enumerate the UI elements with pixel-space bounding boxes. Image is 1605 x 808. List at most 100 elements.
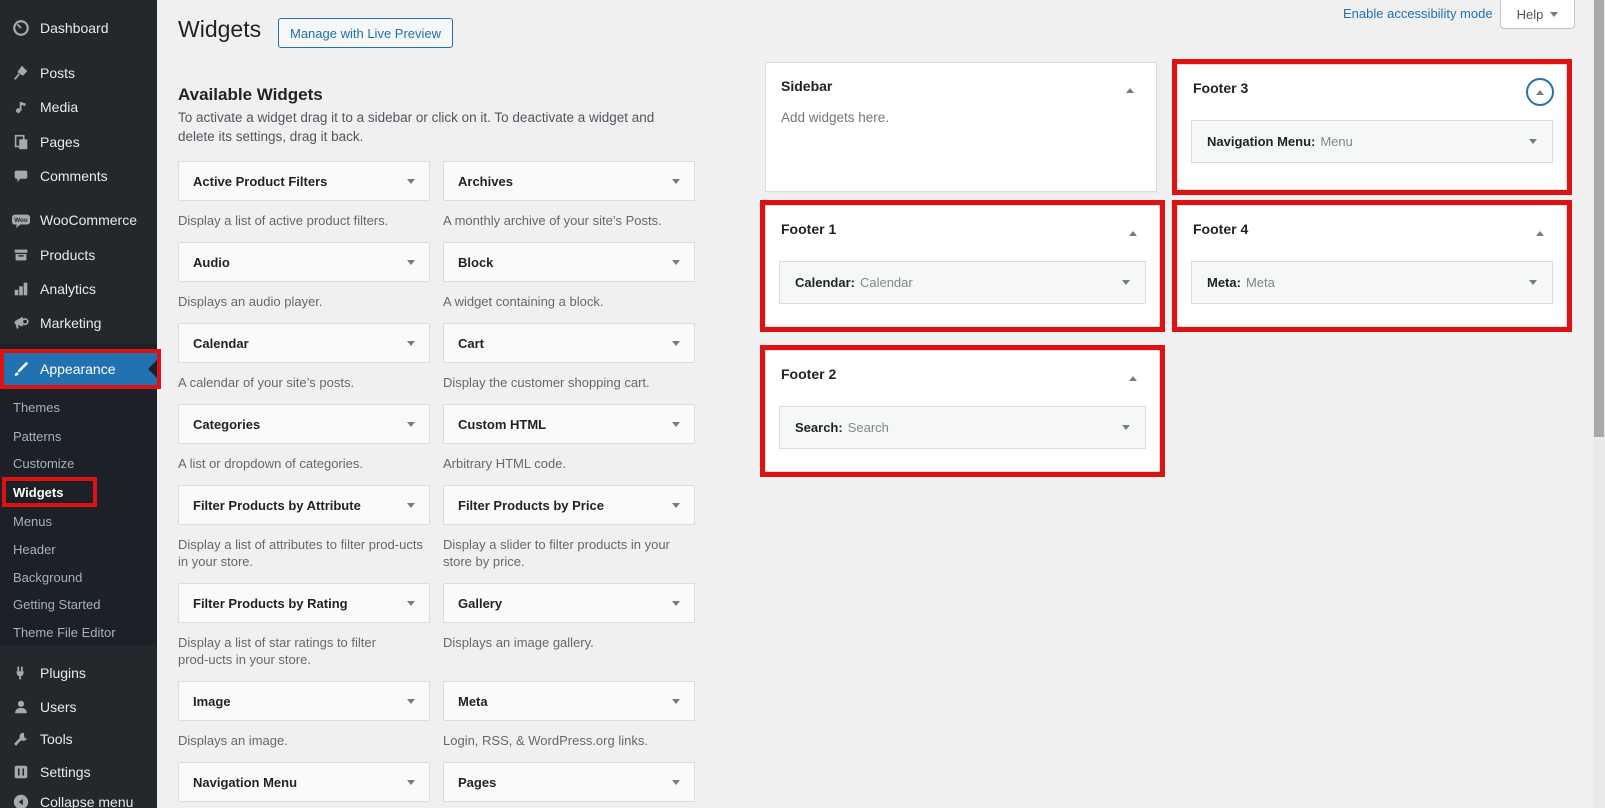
annotation-box-footer4: Footer 4 Meta: Meta [1172, 200, 1572, 332]
widget-card-meta[interactable]: Meta [443, 681, 695, 721]
widget-description: Display a list of active product filters… [178, 212, 430, 242]
widget-description: Displays an audio player. [178, 293, 430, 323]
widget-instance-name: Meta: [1207, 275, 1241, 290]
widget-card-active-product-filters[interactable]: Active Product Filters [178, 161, 430, 201]
widget-card-filter-products-by-price[interactable]: Filter Products by Price [443, 485, 695, 525]
widget-card-title: Block [458, 255, 672, 270]
widget-area-title: Sidebar [766, 63, 1156, 94]
plugin-icon [11, 663, 31, 683]
widget-cell: Active Product Filters Display a list of … [178, 161, 430, 242]
sidebar-item-users[interactable]: Users [0, 690, 157, 724]
widget-card-cart[interactable]: Cart [443, 323, 695, 363]
sidebar-item-label: Dashboard [40, 20, 109, 36]
widget-card-categories[interactable]: Categories [178, 404, 430, 444]
widget-instance-calendar[interactable]: Calendar: Calendar [779, 261, 1146, 304]
widget-cell: Navigation Menu [178, 762, 430, 808]
collapse-toggle-button[interactable] [1119, 364, 1147, 392]
chevron-up-icon [1536, 231, 1544, 236]
widget-card-gallery[interactable]: Gallery [443, 583, 695, 623]
current-menu-arrow-icon [148, 360, 157, 378]
sidebar-item-pages[interactable]: Pages [0, 125, 157, 159]
widget-card-filter-products-by-attribute[interactable]: Filter Products by Attribute [178, 485, 430, 525]
widget-card-navigation-menu[interactable]: Navigation Menu [178, 762, 430, 802]
widget-card-pages[interactable]: Pages [443, 762, 695, 802]
widget-cell: GalleryDisplays an image gallery. [443, 583, 695, 681]
media-icon [11, 97, 31, 117]
widget-instance-name: Search: [795, 420, 843, 435]
scrollbar-track[interactable] [1593, 0, 1605, 808]
chevron-down-icon [407, 780, 415, 785]
widget-description: A calendar of your site’s posts. [178, 374, 430, 404]
chevron-down-icon [672, 341, 680, 346]
svg-text:Woo: Woo [14, 217, 28, 224]
scrollbar-thumb[interactable] [1594, 0, 1604, 437]
widget-description: A widget containing a block. [443, 293, 695, 323]
sidebar-subitem-getting-started[interactable]: Getting Started [0, 590, 157, 618]
collapse-toggle-button[interactable] [1119, 219, 1147, 247]
widget-cell: CategoriesA list or dropdown of categori… [178, 404, 430, 485]
sidebar-item-label: WooCommerce [40, 212, 137, 228]
sidebar-item-label: Marketing [40, 315, 101, 331]
chevron-down-icon [407, 422, 415, 427]
enable-accessibility-link[interactable]: Enable accessibility mode [1343, 6, 1493, 21]
sidebar-item-marketing[interactable]: Marketing [0, 306, 157, 340]
bar-chart-icon [11, 279, 31, 299]
sidebar-subitem-header[interactable]: Header [0, 535, 157, 563]
widget-cell: Pages [443, 762, 695, 808]
widget-cell: CartDisplay the customer shopping cart. [443, 323, 695, 404]
help-button[interactable]: Help [1500, 0, 1575, 29]
widget-card-block[interactable]: Block [443, 242, 695, 282]
collapse-toggle-button[interactable] [1116, 76, 1144, 104]
widget-card-image[interactable]: Image [178, 681, 430, 721]
sidebar-item-settings[interactable]: Settings [0, 755, 157, 789]
page-title: Widgets [178, 16, 261, 43]
dashboard-icon [11, 18, 31, 38]
widget-card-filter-products-by-rating[interactable]: Filter Products by Rating [178, 583, 430, 623]
sidebar-item-woocommerce[interactable]: Woo WooCommerce [0, 203, 157, 237]
sidebar-item-label: Tools [40, 731, 73, 747]
widget-card-audio[interactable]: Audio [178, 242, 430, 282]
sidebar-subitem-themes[interactable]: Themes [0, 393, 157, 421]
sidebar-item-media[interactable]: Media [0, 90, 157, 124]
widget-area-sidebar: Sidebar Add widgets here. [765, 62, 1157, 192]
sidebar-item-label: Plugins [40, 665, 86, 681]
widget-instance-search[interactable]: Search: Search [779, 406, 1146, 449]
widget-instance-navigation-menu[interactable]: Navigation Menu: Menu [1191, 120, 1553, 163]
widget-card-title: Filter Products by Attribute [193, 498, 407, 513]
sidebar-item-dashboard[interactable]: Dashboard [0, 11, 157, 45]
manage-live-preview-button[interactable]: Manage with Live Preview [278, 18, 453, 48]
chevron-down-icon [1122, 425, 1130, 430]
sidebar-item-appearance[interactable]: Appearance [0, 352, 157, 386]
sidebar-item-tools[interactable]: Tools [0, 722, 157, 756]
available-widgets-title: Available Widgets [178, 85, 323, 105]
subitem-label: Patterns [13, 429, 61, 444]
sidebar-item-plugins[interactable]: Plugins [0, 656, 157, 690]
widget-card-archives[interactable]: Archives [443, 161, 695, 201]
collapse-toggle-button-circled[interactable] [1526, 78, 1554, 106]
collapse-toggle-button[interactable] [1526, 219, 1554, 247]
widget-card-title: Navigation Menu [193, 775, 407, 790]
widget-description: Login, RSS, & WordPress.org links. [443, 732, 695, 762]
sidebar-item-products[interactable]: Products [0, 238, 157, 272]
sidebar-subitem-patterns[interactable]: Patterns [0, 422, 157, 450]
sidebar-subitem-menus[interactable]: Menus [0, 507, 157, 535]
sidebar-item-comments[interactable]: Comments [0, 159, 157, 193]
widget-card-title: Audio [193, 255, 407, 270]
widget-instance-meta[interactable]: Meta: Meta [1191, 261, 1553, 304]
sidebar-item-label: Analytics [40, 281, 96, 297]
widget-instance-title: Search [848, 420, 1122, 435]
widget-instance-name: Calendar: [795, 275, 855, 290]
sidebar-item-collapse-menu[interactable]: Collapse menu [0, 785, 157, 808]
sidebar-subitem-customize[interactable]: Customize [0, 449, 157, 477]
sidebar-subitem-theme-file-editor[interactable]: Theme File Editor [0, 618, 157, 646]
widget-card-calendar[interactable]: Calendar [178, 323, 430, 363]
sidebar-item-analytics[interactable]: Analytics [0, 272, 157, 306]
chevron-up-icon [1126, 88, 1134, 93]
sidebar-subitem-background[interactable]: Background [0, 563, 157, 591]
chevron-down-icon [407, 699, 415, 704]
megaphone-icon [11, 313, 31, 333]
admin-sidebar: Dashboard Posts Media Pages Comments Woo… [0, 0, 157, 808]
widget-card-custom-html[interactable]: Custom HTML [443, 404, 695, 444]
sidebar-subitem-widgets[interactable]: Widgets [0, 478, 157, 506]
sidebar-item-posts[interactable]: Posts [0, 56, 157, 90]
